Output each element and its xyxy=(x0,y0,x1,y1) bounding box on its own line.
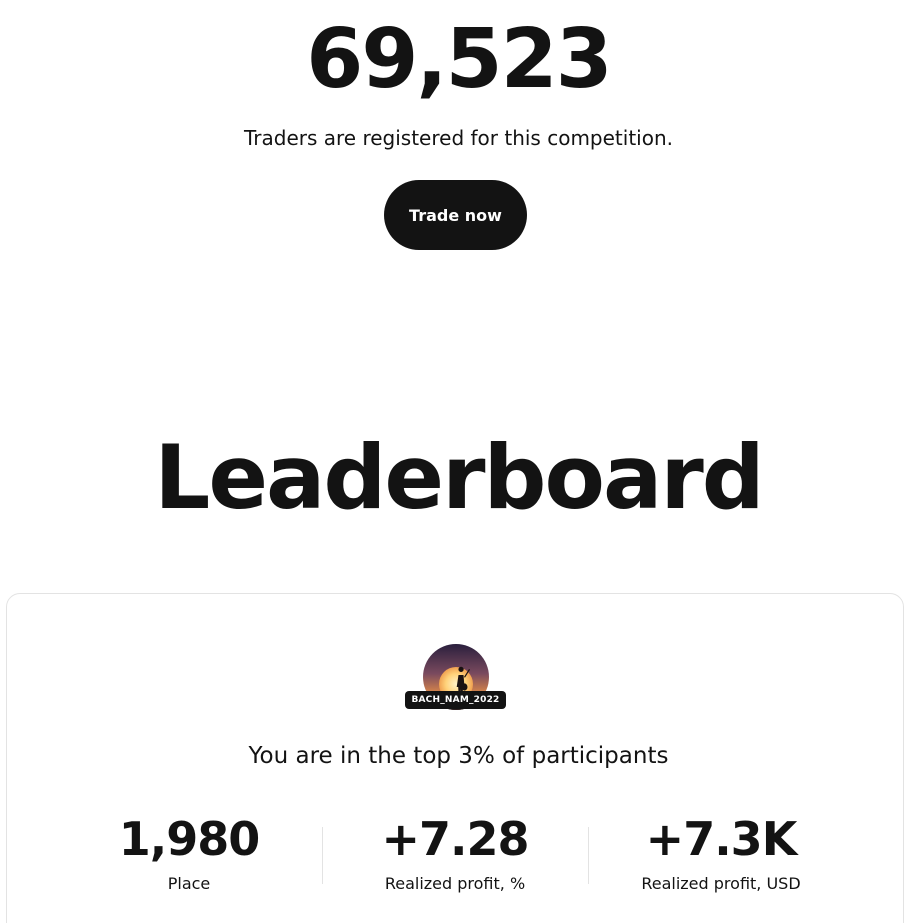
rank-message: You are in the top 3% of participants xyxy=(248,743,669,769)
user-nickname-badge: BACH_NAM_2022 xyxy=(405,691,506,709)
registered-subtitle: Traders are registered for this competit… xyxy=(244,126,673,150)
stat-realized-profit-percent-label: Realized profit, % xyxy=(384,874,526,893)
stat-realized-profit-usd-value: +7.3K xyxy=(645,812,798,866)
stat-place: 1,980 Place xyxy=(56,810,322,894)
stat-realized-profit-percent-value: +7.28 xyxy=(381,812,529,866)
stat-place-value: 1,980 xyxy=(118,812,261,866)
registered-count: 69,523 xyxy=(306,12,612,107)
stat-realized-profit-percent: +7.28 Realized profit, % xyxy=(322,810,588,894)
trade-now-button[interactable]: Trade now xyxy=(384,180,527,250)
page: 69,523 Traders are registered for this c… xyxy=(0,0,917,923)
leaderboard-title: Leaderboard xyxy=(154,426,764,529)
stat-place-label: Place xyxy=(167,874,211,893)
stat-realized-profit-usd-label: Realized profit, USD xyxy=(641,874,801,893)
stat-realized-profit-usd: +7.3K Realized profit, USD xyxy=(588,810,854,894)
